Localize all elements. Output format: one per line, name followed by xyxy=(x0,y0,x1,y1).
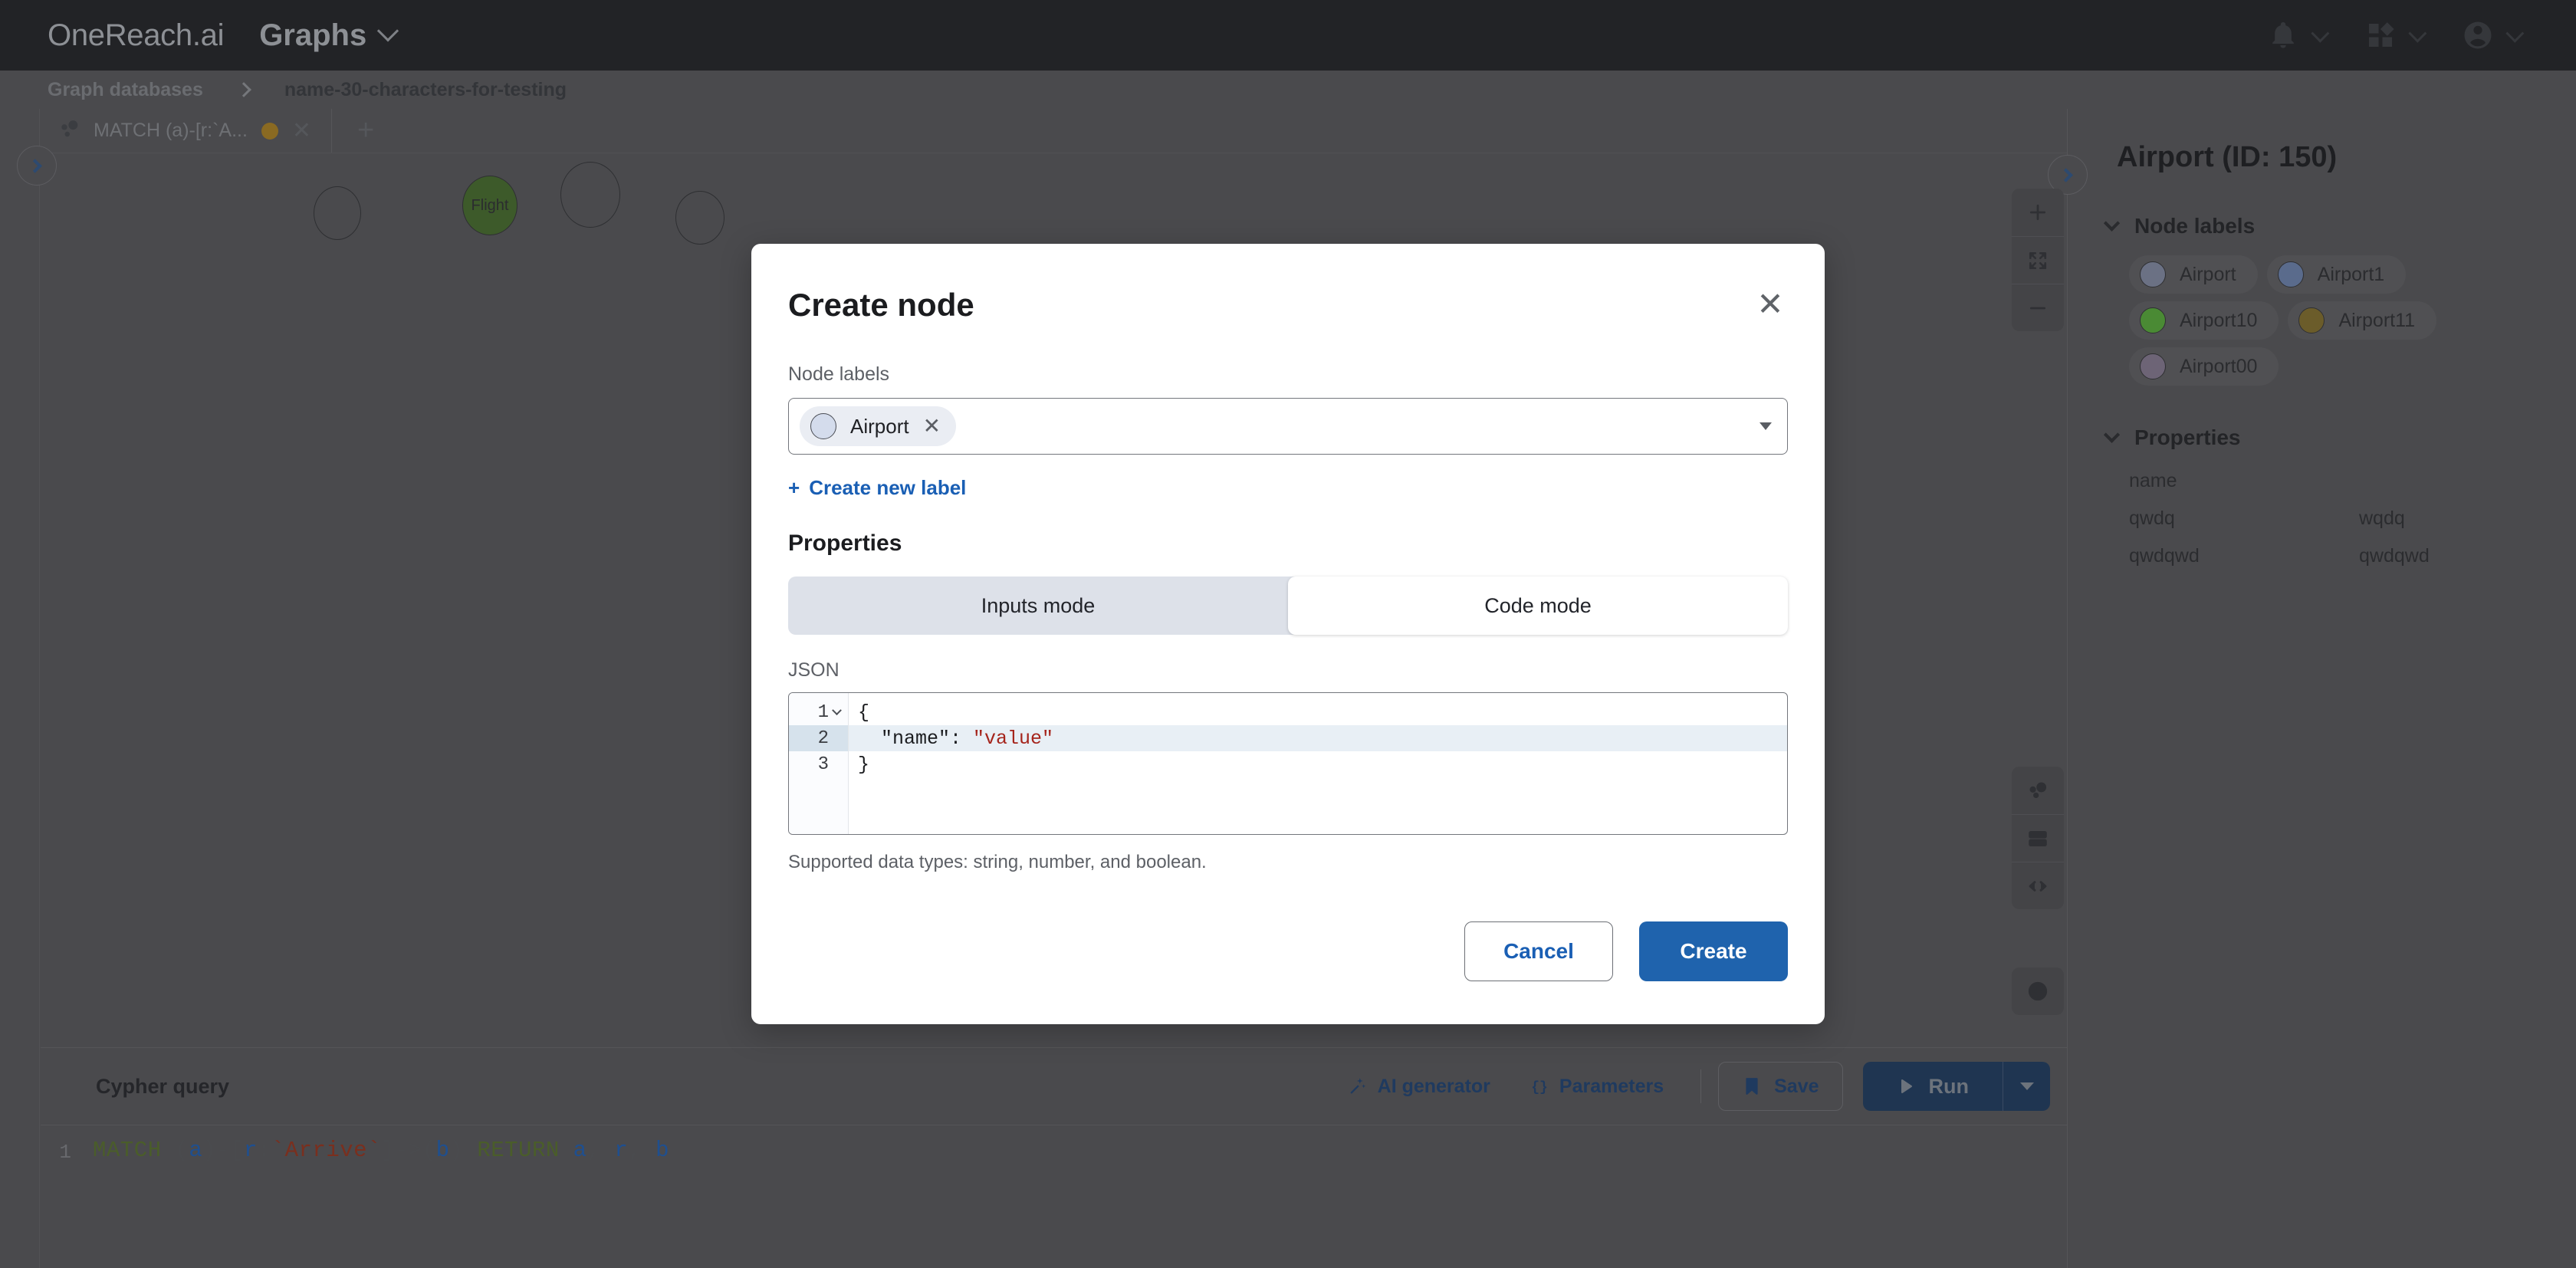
json-line-numbers: 1 2 3 xyxy=(789,693,849,834)
create-node-dialog: Create node ✕ Node labels Airport ✕ + Cr… xyxy=(751,244,1825,1024)
create-button[interactable]: Create xyxy=(1639,921,1788,981)
node-labels-select[interactable]: Airport ✕ xyxy=(788,398,1788,455)
json-code-lines[interactable]: { "name": "value" } xyxy=(849,693,1787,834)
fold-placeholder xyxy=(832,757,842,767)
dialog-header: Create node ✕ xyxy=(788,244,1788,324)
dialog-title: Create node xyxy=(788,287,974,323)
plus-icon: + xyxy=(788,476,800,499)
properties-heading: Properties xyxy=(788,531,902,556)
line-number-row: 3 xyxy=(789,751,848,777)
json-line[interactable]: } xyxy=(849,751,1787,777)
json-line-text: } xyxy=(858,753,870,776)
line-number-row: 1 xyxy=(789,699,848,725)
create-new-label-text: Create new label xyxy=(809,476,967,499)
fold-arrow-icon[interactable] xyxy=(832,705,842,715)
create-new-label-button[interactable]: + Create new label xyxy=(788,476,1788,500)
node-labels-field-label: Node labels xyxy=(788,363,890,385)
json-line-text: { xyxy=(858,701,870,724)
properties-mode-toggle: Inputs mode Code mode xyxy=(788,577,1788,635)
tab-code-mode[interactable]: Code mode xyxy=(1288,577,1788,635)
chip-label: Airport xyxy=(850,414,909,438)
line-number: 1 xyxy=(817,701,829,723)
json-line-text: "name": xyxy=(858,727,974,750)
json-line[interactable]: "name": "value" xyxy=(849,725,1787,751)
tab-inputs-mode[interactable]: Inputs mode xyxy=(788,577,1288,635)
selected-label-chip: Airport ✕ xyxy=(800,406,957,446)
json-code-editor[interactable]: 1 2 3 { "name": "value" } xyxy=(788,692,1788,835)
line-number: 2 xyxy=(817,728,829,749)
remove-chip-icon[interactable]: ✕ xyxy=(923,416,941,437)
fold-placeholder xyxy=(832,731,842,741)
json-line[interactable]: { xyxy=(849,699,1787,725)
json-hint-text: Supported data types: string, number, an… xyxy=(788,852,1207,872)
line-number-row: 2 xyxy=(789,725,848,751)
color-dot-icon xyxy=(810,413,836,439)
cancel-button[interactable]: Cancel xyxy=(1464,921,1613,981)
dialog-footer: Cancel Create xyxy=(1464,921,1788,981)
close-icon[interactable]: ✕ xyxy=(1753,287,1788,322)
caret-down-icon[interactable] xyxy=(1760,422,1772,430)
json-string-value: "value" xyxy=(973,727,1054,750)
json-field-label: JSON xyxy=(788,659,840,681)
line-number: 3 xyxy=(817,754,829,775)
